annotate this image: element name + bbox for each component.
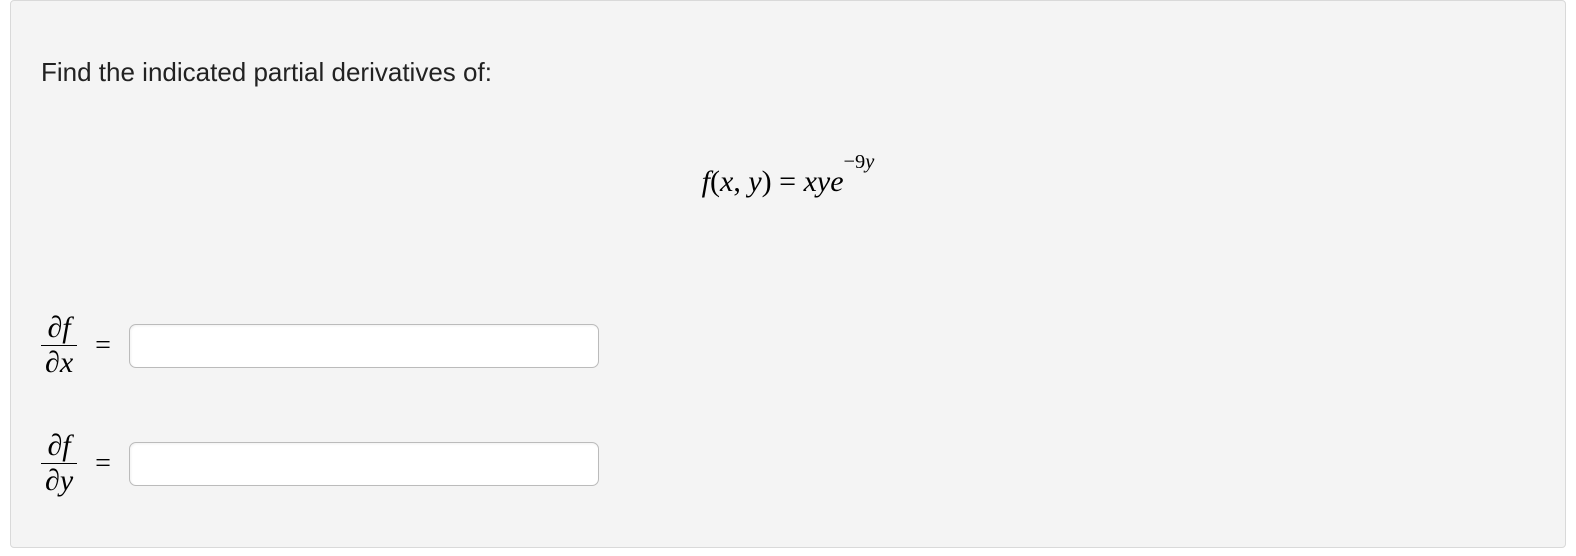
equals-sign: = xyxy=(95,330,111,362)
equation-open-paren: ( xyxy=(710,165,720,198)
partial-dy-row: ∂f ∂y = xyxy=(41,431,599,496)
equation-close-paren: ) xyxy=(762,165,772,198)
partial-dx-row: ∂f ∂x = xyxy=(41,313,599,378)
partial-dy-numerator: ∂f xyxy=(43,431,74,463)
equation-exp-num: 9 xyxy=(855,151,865,173)
equation-arg1: x xyxy=(720,165,733,198)
equation-rhs-exponent: −9y xyxy=(844,151,875,173)
partial-dy-fraction: ∂f ∂y xyxy=(41,431,77,496)
equation-arg2: y xyxy=(748,165,761,198)
equation-exp-var: y xyxy=(865,151,874,173)
equals-sign: = xyxy=(95,448,111,480)
equation-lhs-func: f xyxy=(702,165,710,198)
partial-dx-denominator: ∂x xyxy=(41,346,77,378)
equation-rhs-base: xye xyxy=(804,165,844,198)
partial-dx-input[interactable] xyxy=(129,324,599,368)
function-equation: f(x, y) = xye−9y xyxy=(11,163,1565,199)
partial-dx-numerator: ∂f xyxy=(43,313,74,345)
prompt-text: Find the indicated partial derivatives o… xyxy=(41,57,492,88)
partial-dy-denominator: ∂y xyxy=(41,464,77,496)
equation-eq: = xyxy=(772,165,804,198)
question-panel: Find the indicated partial derivatives o… xyxy=(10,0,1566,548)
equation-exp-minus: − xyxy=(844,151,856,173)
equation-comma: , xyxy=(733,165,748,198)
partial-dy-input[interactable] xyxy=(129,442,599,486)
partial-dx-fraction: ∂f ∂x xyxy=(41,313,77,378)
